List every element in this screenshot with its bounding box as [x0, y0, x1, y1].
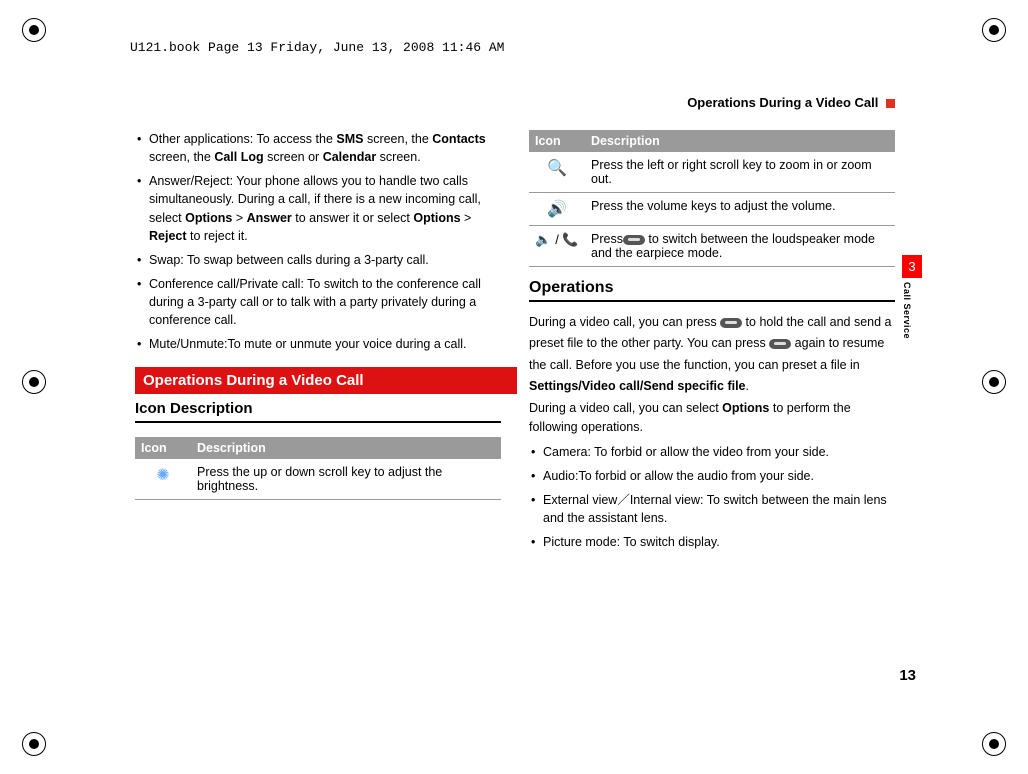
text: to reject it. [187, 229, 248, 243]
bullet-external-internal: External view／Internal view: To switch b… [529, 491, 895, 527]
key-icon [623, 235, 645, 245]
th-desc: Description [585, 130, 895, 152]
bullet-audio: Audio:To forbid or allow the audio from … [529, 467, 895, 485]
bullet-picture-mode: Picture mode: To switch display. [529, 533, 895, 551]
text: > [461, 211, 472, 225]
section-bar-operations-video-call: Operations During a Video Call [135, 367, 517, 394]
bold: Answer [247, 211, 292, 225]
text: screen or [264, 150, 323, 164]
bold: Reject [149, 229, 187, 243]
cell-desc: Press the volume keys to adjust the volu… [585, 193, 895, 226]
cell-desc: Press the left or right scroll key to zo… [585, 152, 895, 193]
text: > [232, 211, 246, 225]
text: During a video call, you can select [529, 401, 722, 415]
heading-operations: Operations [529, 279, 895, 302]
text: screen, the [363, 132, 432, 146]
th-icon: Icon [135, 437, 191, 459]
th-icon: Icon [529, 130, 585, 152]
pdf-header-meta: U121.book Page 13 Friday, June 13, 2008 … [130, 40, 504, 55]
bold: Settings/Video call/Send specific file [529, 379, 746, 393]
reg-mark-mr [982, 370, 1006, 394]
text: screen, the [149, 150, 214, 164]
key-icon [720, 318, 742, 328]
running-head-text: Operations During a Video Call [687, 95, 878, 110]
bullet-other-apps: Other applications: To access the SMS sc… [135, 130, 501, 166]
th-desc: Description [191, 437, 501, 459]
right-column: Icon Description 🔍 Press the left or rig… [529, 130, 895, 557]
bullet-camera: Camera: To forbid or allow the video fro… [529, 443, 895, 461]
bullet-mute: Mute/Unmute:To mute or unmute your voice… [135, 335, 501, 353]
reg-mark-bl [22, 732, 46, 756]
reg-mark-br [982, 732, 1006, 756]
reg-mark-tr [982, 18, 1006, 42]
bullet-swap: Swap: To swap between calls during a 3-p… [135, 251, 501, 269]
bold: Options [722, 401, 769, 415]
reg-mark-tl [22, 18, 46, 42]
table-row: ✺ Press the up or down scroll key to adj… [135, 459, 501, 500]
text: to answer it or select [292, 211, 414, 225]
bold: Calendar [323, 150, 377, 164]
bullet-conference: Conference call/Private call: To switch … [135, 275, 501, 329]
table-row: 🔈 / 📞 Press to switch between the loudsp… [529, 226, 895, 267]
bold: Options [185, 211, 232, 225]
table-row: 🔍 Press the left or right scroll key to … [529, 152, 895, 193]
bullet-answer-reject: Answer/Reject: Your phone allows you to … [135, 172, 501, 245]
cell-desc: Press to switch between the loudspeaker … [585, 226, 895, 267]
running-head-marker [886, 99, 895, 108]
key-icon [769, 339, 791, 349]
bold: Call Log [214, 150, 263, 164]
text: screen. [376, 150, 420, 164]
left-bullet-list: Other applications: To access the SMS sc… [135, 130, 501, 353]
operations-para-2: During a video call, you can select Opti… [529, 399, 895, 437]
reg-mark-ml [22, 370, 46, 394]
page-number: 13 [899, 667, 916, 684]
bold: SMS [336, 132, 363, 146]
page-content: Operations During a Video Call Other app… [135, 95, 895, 557]
bold: Options [413, 211, 460, 225]
volume-icon: 🔊 [547, 201, 567, 218]
cell-desc: Press the up or down scroll key to adjus… [191, 459, 501, 500]
zoom-icon: 🔍 [547, 160, 567, 177]
side-tab: 3 Call Service [902, 255, 922, 339]
text: Other applications: To access the [149, 132, 336, 146]
brightness-icon: ✺ [156, 467, 169, 484]
operations-bullet-list: Camera: To forbid or allow the video fro… [529, 443, 895, 552]
side-tab-number: 3 [902, 255, 922, 278]
icon-table-left: Icon Description ✺ Press the up or down … [135, 437, 501, 500]
text: Press [591, 232, 623, 246]
left-column: Other applications: To access the SMS sc… [135, 130, 501, 557]
text: During a video call, you can press [529, 315, 720, 329]
running-head: Operations During a Video Call [135, 95, 895, 110]
bold: Contacts [432, 132, 485, 146]
speaker-earpiece-icon: 🔈 / 📞 [535, 232, 578, 247]
icon-table-right: Icon Description 🔍 Press the left or rig… [529, 130, 895, 267]
text: . [746, 379, 749, 393]
subhead-icon-description: Icon Description [135, 400, 501, 423]
operations-para-1: During a video call, you can press to ho… [529, 312, 895, 397]
side-tab-label: Call Service [902, 282, 912, 339]
table-row: 🔊 Press the volume keys to adjust the vo… [529, 193, 895, 226]
